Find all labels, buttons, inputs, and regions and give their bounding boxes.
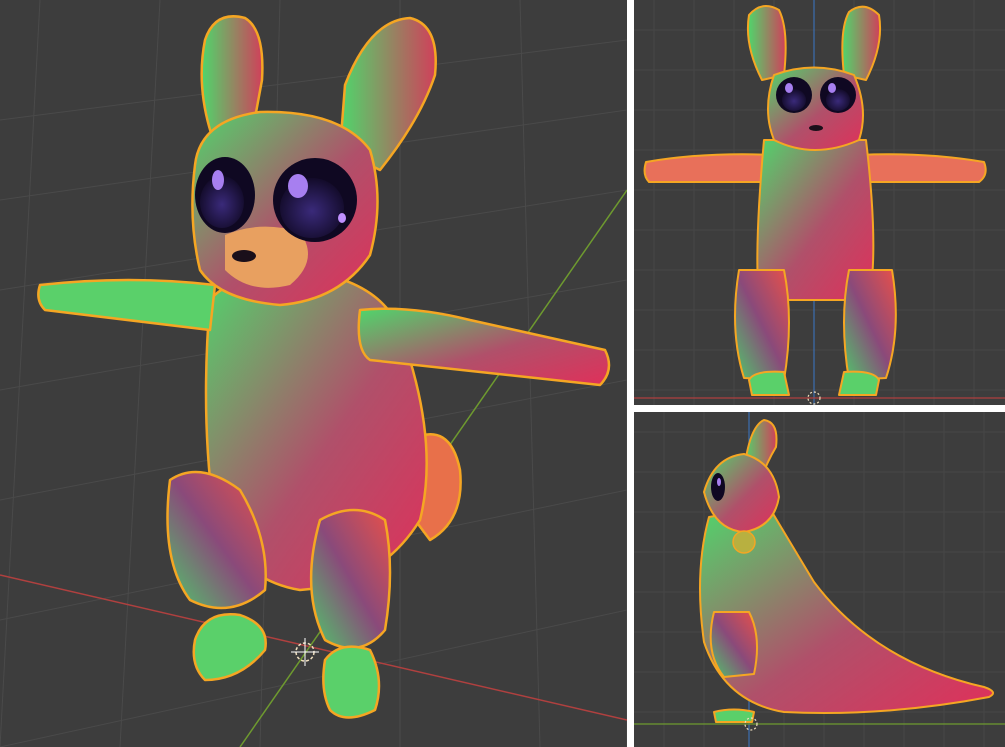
3d-cursor-icon — [291, 638, 319, 666]
perspective-scene — [0, 0, 627, 747]
side-viewport[interactable] — [634, 412, 1005, 747]
perspective-viewport[interactable] — [0, 0, 627, 747]
front-viewport[interactable] — [634, 0, 1005, 405]
rabbit-eye-side — [711, 473, 725, 501]
front-scene — [634, 0, 1005, 405]
rabbit-model-side[interactable] — [699, 419, 994, 723]
side-scene — [634, 412, 1005, 747]
rabbit-arm-stub-side — [732, 530, 756, 554]
